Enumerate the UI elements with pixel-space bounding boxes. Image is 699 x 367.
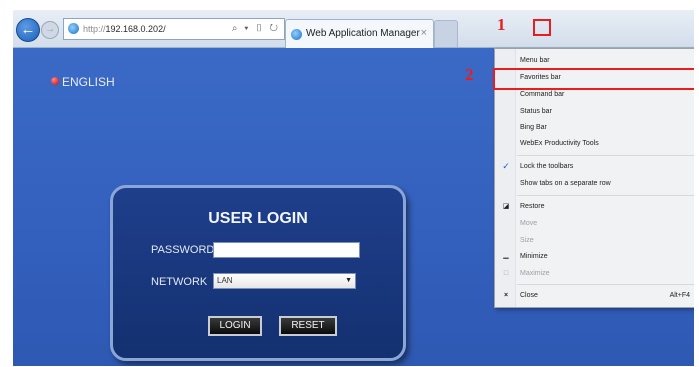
menu-item-size: Size: [520, 237, 534, 244]
close-icon: ×: [503, 292, 509, 299]
menu-item-command-bar[interactable]: Command bar: [520, 89, 564, 100]
network-select[interactable]: LAN ▼: [213, 273, 356, 289]
language-label: ENGLISH: [62, 75, 115, 89]
browser-window: ← → http://192.168.0.202/ ⌕ ▾ ▯ ↻ Web Ap…: [13, 10, 694, 366]
network-label: NETWORK: [151, 276, 208, 288]
menu-separator: [517, 195, 694, 196]
menu-item-status-bar[interactable]: Status bar: [520, 106, 552, 117]
close-shortcut: Alt+F4: [669, 292, 690, 299]
menu-item-tabs-separate-row[interactable]: Show tabs on a separate row: [520, 178, 611, 189]
browser-toolbar: ← → http://192.168.0.202/ ⌕ ▾ ▯ ↻ Web Ap…: [13, 10, 694, 48]
menu-item-move: Move: [520, 220, 538, 227]
ie-favicon-icon: [68, 23, 79, 34]
annotation-box-2: [493, 68, 694, 90]
login-heading: USER LOGIN: [208, 210, 308, 227]
address-host: 192.168.0.202/: [105, 24, 166, 34]
menu-item-menu-bar[interactable]: Menu bar: [520, 55, 550, 66]
maximize-icon: □: [503, 270, 509, 277]
annotation-box-1: [533, 19, 551, 36]
address-protocol: http://: [83, 24, 106, 34]
network-selected-value: LAN: [217, 276, 233, 285]
language-selector[interactable]: ENGLISH: [51, 75, 115, 89]
restore-icon: ◪: [502, 203, 510, 210]
new-tab-button[interactable]: [434, 20, 458, 47]
annotation-step-1: 1: [497, 15, 506, 34]
tab-close-icon[interactable]: ×: [421, 27, 427, 39]
menu-item-bing-bar[interactable]: Bing Bar: [520, 122, 547, 133]
minimize-icon: ▁: [503, 252, 509, 259]
menu-item-minimize[interactable]: Minimize: [520, 251, 548, 262]
password-input[interactable]: [213, 242, 360, 258]
login-button[interactable]: LOGIN: [208, 316, 262, 336]
address-tools-icons[interactable]: ⌕ ▾ ▯ ↻: [232, 19, 280, 39]
annotation-step-2: 2: [465, 65, 474, 84]
address-url: http://192.168.0.202/: [83, 19, 166, 39]
menu-separator: [517, 284, 694, 285]
menu-item-webex-tools[interactable]: WebEx Productivity Tools: [520, 138, 599, 149]
back-arrow-icon[interactable]: ←: [16, 18, 40, 42]
menu-item-restore[interactable]: Restore: [520, 201, 545, 212]
tab-title: Web Application Manager: [306, 28, 420, 39]
dropdown-arrow-icon: ▼: [345, 277, 352, 284]
forward-arrow-icon[interactable]: →: [41, 21, 59, 39]
red-dot-icon: [51, 77, 59, 85]
menu-item-close[interactable]: Close: [520, 290, 538, 301]
reset-button[interactable]: RESET: [279, 316, 337, 336]
address-bar[interactable]: http://192.168.0.202/ ⌕ ▾ ▯ ↻: [63, 18, 285, 40]
checkmark-icon: ✓: [502, 161, 510, 171]
password-label: PASSWORD: [151, 244, 215, 256]
tab-web-application-manager[interactable]: Web Application Manager ×: [285, 19, 434, 48]
menu-item-maximize: Maximize: [520, 270, 550, 277]
menu-item-lock-toolbars[interactable]: Lock the toolbars: [520, 161, 573, 172]
ie-favicon-icon: [291, 29, 302, 40]
login-panel: USER LOGIN PASSWORD NETWORK LAN ▼ LOGIN …: [110, 185, 406, 361]
menu-separator: [517, 155, 694, 156]
